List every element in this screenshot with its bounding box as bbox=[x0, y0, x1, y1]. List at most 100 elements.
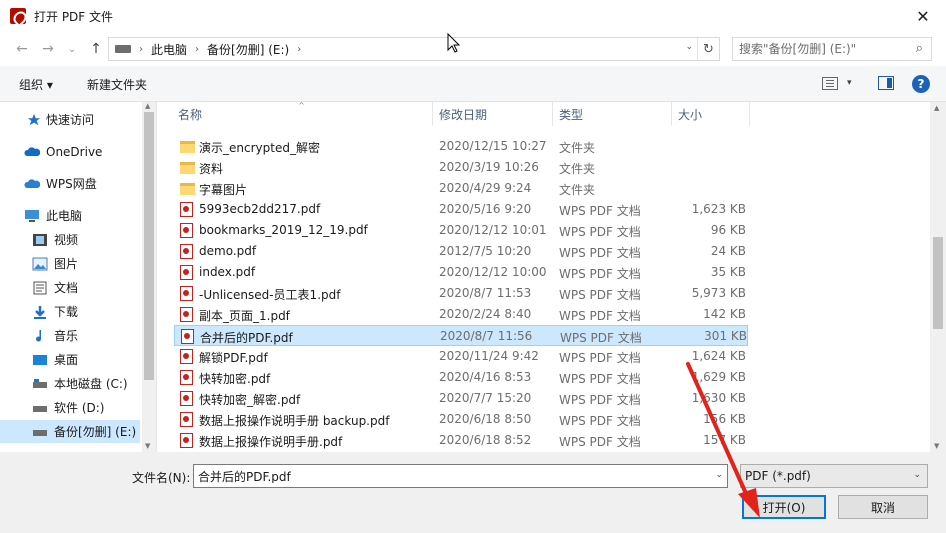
file-type: 文件夹 bbox=[559, 141, 596, 155]
file-type: WPS PDF 文档 bbox=[559, 267, 641, 281]
column-divider[interactable] bbox=[432, 102, 433, 126]
computer-icon bbox=[25, 209, 39, 222]
file-row[interactable]: demo.pdf 2012/7/5 10:20 WPS PDF 文档 24 KB bbox=[174, 241, 748, 262]
nav-label: WPS网盘 bbox=[46, 177, 97, 191]
breadcrumb-separator: › bbox=[139, 43, 143, 55]
forward-arrow-icon[interactable]: → bbox=[38, 40, 58, 58]
help-icon[interactable]: ? bbox=[912, 75, 930, 93]
scroll-down-arrow-icon[interactable]: ▼ bbox=[145, 442, 150, 450]
nav-scrollbar[interactable]: ▲ ▼ bbox=[142, 102, 156, 452]
scroll-up-arrow-icon[interactable]: ▲ bbox=[934, 104, 939, 112]
nav-scrollbar-thumb[interactable] bbox=[144, 112, 154, 380]
new-folder-button[interactable]: 新建文件夹 bbox=[87, 76, 147, 93]
file-type: WPS PDF 文档 bbox=[559, 225, 641, 239]
file-row[interactable]: 快转加密_解密.pdf 2020/7/7 15:20 WPS PDF 文档 1,630… bbox=[174, 388, 748, 409]
file-type: 文件夹 bbox=[559, 183, 596, 197]
file-row[interactable]: -Unlicensed-员工表1.pdf 2020/8/7 11:53 WPS PD… bbox=[174, 283, 748, 304]
nav-item-desktop[interactable]: 桌面 bbox=[0, 348, 140, 371]
file-row[interactable]: 资料 2020/3/19 10:26 文件夹 bbox=[174, 157, 748, 178]
column-header-type[interactable]: 类型 bbox=[559, 106, 583, 123]
nav-item-drive-c[interactable]: 本地磁盘 (C:) bbox=[0, 372, 140, 395]
file-row[interactable]: 演示_encrypted_解密 2020/12/15 10:27 文件夹 bbox=[174, 136, 748, 157]
file-type-filter[interactable]: PDF (*.pdf) ⌄ bbox=[740, 464, 928, 488]
sort-ascending-icon: ^ bbox=[298, 102, 305, 110]
breadcrumb-separator[interactable]: › bbox=[297, 44, 301, 55]
window-title: 打开 PDF 文件 bbox=[34, 9, 114, 24]
close-button[interactable]: ✕ bbox=[900, 0, 946, 32]
pdf-file-icon bbox=[180, 244, 193, 259]
column-divider[interactable] bbox=[749, 102, 750, 126]
file-type: WPS PDF 文档 bbox=[559, 393, 641, 407]
address-dropdown-icon[interactable]: ⌄ bbox=[685, 42, 693, 52]
nav-item-downloads[interactable]: 下载 bbox=[0, 300, 140, 323]
nav-label: 桌面 bbox=[54, 353, 79, 367]
file-name: 副本_页面_1.pdf bbox=[199, 309, 290, 323]
nav-item-onedrive[interactable]: OneDrive bbox=[0, 140, 140, 163]
nav-item-documents[interactable]: 文档 bbox=[0, 276, 140, 299]
file-type: WPS PDF 文档 bbox=[559, 288, 641, 302]
organize-button[interactable]: 组织 ▾ bbox=[19, 76, 53, 93]
file-list-scrollbar[interactable]: ▲ ▼ bbox=[930, 102, 946, 452]
file-name: 快转加密_解密.pdf bbox=[199, 393, 301, 407]
file-date: 2020/11/24 9:42 bbox=[439, 349, 539, 363]
file-size: 5,973 KB bbox=[691, 286, 746, 300]
nav-item-videos[interactable]: 视频 bbox=[0, 228, 140, 251]
pdf-file-icon bbox=[180, 433, 193, 448]
file-row[interactable]: 副本_页面_1.pdf 2020/2/24 8:40 WPS PDF 文档 142 K… bbox=[174, 304, 748, 325]
breadcrumb-this-pc[interactable]: 此电脑 bbox=[151, 41, 187, 58]
nav-item-wps-cloud[interactable]: WPS网盘 bbox=[0, 172, 140, 195]
file-date: 2020/5/16 9:20 bbox=[439, 202, 532, 216]
breadcrumb-drive-e[interactable]: 备份[勿删] (E:) bbox=[207, 41, 289, 58]
filter-dropdown-icon[interactable]: ⌄ bbox=[913, 470, 921, 480]
nav-item-drive-e[interactable]: 备份[勿删] (E:) bbox=[0, 420, 140, 443]
file-row[interactable]: 合并后的PDF.pdf 2020/8/7 11:56 WPS PDF 文档 301 K… bbox=[174, 325, 748, 346]
filename-input[interactable] bbox=[198, 469, 698, 483]
file-type: WPS PDF 文档 bbox=[559, 372, 641, 386]
filename-dropdown-icon[interactable]: ⌄ bbox=[715, 470, 723, 480]
view-dropdown-icon[interactable]: ▾ bbox=[847, 78, 852, 88]
file-row[interactable]: 数据上报操作说明手册 backup.pdf 2020/6/18 8:50 WPS P… bbox=[174, 409, 748, 430]
column-header-size[interactable]: 大小 bbox=[678, 106, 702, 123]
column-divider[interactable] bbox=[671, 102, 672, 126]
nav-item-music[interactable]: 音乐 bbox=[0, 324, 140, 347]
file-row[interactable]: 5993ecb2dd217.pdf 2020/5/16 9:20 WPS PDF 文… bbox=[174, 199, 748, 220]
view-mode-icon[interactable] bbox=[822, 77, 838, 90]
address-field[interactable]: › 此电脑 › 备份[勿删] (E:) › ⌄ ↻ bbox=[108, 37, 720, 61]
filename-field[interactable]: ⌄ bbox=[193, 464, 728, 488]
up-arrow-icon[interactable]: ↑ bbox=[86, 40, 106, 58]
file-row[interactable]: 字幕图片 2020/4/29 9:24 文件夹 bbox=[174, 178, 748, 199]
column-divider[interactable] bbox=[552, 102, 553, 126]
cloud-icon bbox=[24, 178, 40, 188]
search-box[interactable]: ⌕ bbox=[732, 37, 932, 61]
open-button[interactable]: 打开(O) bbox=[742, 495, 826, 519]
cloud-icon bbox=[24, 146, 40, 156]
nav-label: 下载 bbox=[54, 305, 79, 319]
cancel-button[interactable]: 取消 bbox=[838, 495, 928, 519]
column-header-date[interactable]: 修改日期 bbox=[439, 106, 487, 123]
nav-label: 视频 bbox=[54, 233, 79, 247]
dialog-footer: 文件名(N): ⌄ PDF (*.pdf) ⌄ 打开(O) 取消 bbox=[0, 452, 946, 533]
scroll-up-arrow-icon[interactable]: ▲ bbox=[145, 102, 150, 110]
back-arrow-icon[interactable]: ← bbox=[12, 40, 32, 58]
preview-pane-icon[interactable] bbox=[878, 76, 894, 90]
file-row[interactable]: bookmarks_2019_12_19.pdf 2020/12/12 10:01… bbox=[174, 220, 748, 241]
search-icon[interactable]: ⌕ bbox=[916, 41, 923, 56]
pdf-file-icon bbox=[180, 265, 193, 280]
file-row[interactable]: 快转加密.pdf 2020/4/16 8:53 WPS PDF 文档 1,629 KB bbox=[174, 367, 748, 388]
nav-item-drive-d[interactable]: 软件 (D:) bbox=[0, 396, 140, 419]
nav-item-pictures[interactable]: 图片 bbox=[0, 252, 140, 275]
pdf-file-icon bbox=[180, 286, 193, 301]
file-row[interactable]: index.pdf 2020/12/12 10:00 WPS PDF 文档 35 KB bbox=[174, 262, 748, 283]
refresh-icon[interactable]: ↻ bbox=[697, 38, 719, 60]
column-header-name[interactable]: 名称 bbox=[178, 106, 202, 123]
recent-locations-icon[interactable]: ⌄ bbox=[62, 40, 82, 58]
address-bar-row: ← → ⌄ ↑ › 此电脑 › 备份[勿删] (E:) › ⌄ ↻ ⌕ bbox=[0, 32, 946, 66]
file-row[interactable]: 数据上报操作说明手册.pdf 2020/6/18 8:52 WPS PDF 文档 15… bbox=[174, 430, 748, 451]
file-row[interactable]: 解锁PDF.pdf 2020/11/24 9:42 WPS PDF 文档 1,624 … bbox=[174, 346, 748, 367]
nav-label: 音乐 bbox=[54, 329, 79, 343]
scroll-down-arrow-icon[interactable]: ▼ bbox=[934, 442, 939, 450]
file-list-scrollbar-thumb[interactable] bbox=[933, 237, 943, 329]
search-input[interactable] bbox=[739, 42, 899, 56]
nav-item-quick-access[interactable]: 快速访问 bbox=[0, 108, 140, 131]
nav-item-this-pc[interactable]: 此电脑 bbox=[0, 204, 140, 227]
